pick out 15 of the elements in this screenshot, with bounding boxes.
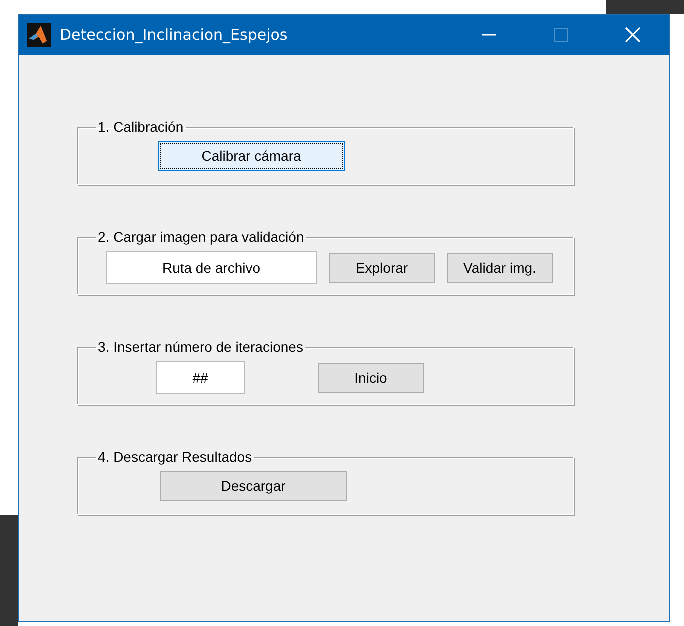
panel-title: 2. Cargar imagen para validación	[97, 229, 306, 245]
window-title: Deteccion_Inclinacion_Espejos	[60, 26, 289, 44]
push-button[interactable]: Calibrar cámara	[158, 141, 345, 171]
input-field[interactable]: ##	[156, 361, 245, 394]
panel-title: 4. Descargar Resultados	[97, 449, 254, 465]
push-button[interactable]: Validar img.	[447, 252, 553, 282]
input-field[interactable]: Ruta de archivo	[106, 251, 317, 284]
push-button[interactable]: Explorar	[329, 252, 435, 282]
panel-title: 1. Calibración	[97, 119, 185, 135]
maximize-icon	[554, 28, 568, 42]
app-icon	[27, 23, 51, 47]
panel-title: 3. Insertar número de iteraciones	[97, 339, 304, 355]
push-button[interactable]: Descargar	[160, 471, 347, 501]
close-icon	[625, 27, 641, 43]
push-button[interactable]: Inicio	[318, 362, 424, 392]
